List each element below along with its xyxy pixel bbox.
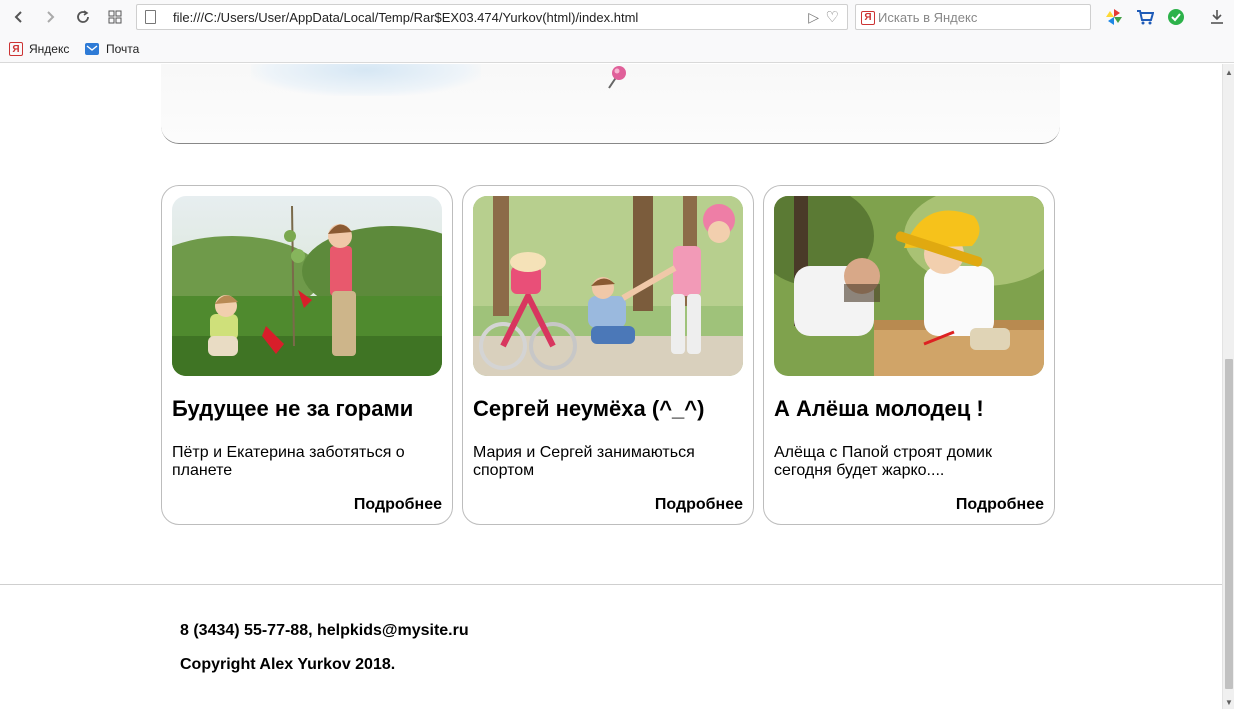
news-cards: Будущее не за горами Пётр и Екатерина за… — [161, 185, 1061, 525]
scroll-down-icon[interactable]: ▼ — [1225, 698, 1233, 707]
pinwheel-extension-icon[interactable] — [1104, 7, 1124, 27]
scrollbar-thumb[interactable] — [1225, 359, 1233, 689]
search-input[interactable] — [878, 8, 1083, 27]
card-title: А Алёша молодец ! — [774, 396, 984, 421]
url-text[interactable]: file:///C:/Users/User/AppData/Local/Temp… — [173, 10, 638, 25]
card-title: Сергей неумёха (^_^) — [473, 396, 705, 421]
card-photo-kids-bicycle — [473, 196, 743, 376]
cloud-decoration — [251, 64, 481, 96]
check-shield-icon[interactable] — [1166, 7, 1186, 27]
yandex-search-icon: Я — [861, 11, 875, 25]
card-more-link[interactable]: Подробнее — [956, 496, 1044, 514]
browser-toolbar: file:///C:/Users/User/AppData/Local/Temp… — [0, 0, 1234, 36]
forward-icon[interactable] — [38, 6, 62, 28]
bookmark-label: Почта — [106, 42, 140, 56]
tabs-grid-icon[interactable] — [103, 6, 127, 28]
card-text: Пётр и Екатерина заботяться о планете — [172, 444, 405, 479]
vertical-scrollbar[interactable]: ▲ ▼ — [1222, 64, 1234, 709]
news-card: Будущее не за горами Пётр и Екатерина за… — [161, 185, 453, 525]
address-bar[interactable]: file:///C:/Users/User/AppData/Local/Temp… — [136, 4, 848, 30]
bookmark-label: Яндекс — [29, 42, 70, 56]
download-icon[interactable] — [1207, 7, 1227, 27]
card-text: Мария и Сергей занимаються спортом — [473, 444, 695, 479]
yandex-icon: Я — [9, 42, 23, 56]
footer-contacts: 8 (3434) 55-77-88, helpkids@mysite.ru — [180, 622, 469, 639]
card-photo-building-with-dad — [774, 196, 1044, 376]
footer-copyright: Copyright Alex Yurkov 2018. — [180, 656, 396, 673]
card-more-link[interactable]: Подробнее — [655, 496, 743, 514]
bookmarks-bar: Я Яндекс Почта — [0, 36, 1234, 63]
page-viewport: Будущее не за горами Пётр и Екатерина за… — [0, 64, 1222, 709]
heart-icon[interactable]: ♡ — [826, 8, 839, 26]
card-title: Будущее не за горами — [172, 396, 414, 421]
card-more-link[interactable]: Подробнее — [354, 496, 442, 514]
card-photo-tree-planting — [172, 196, 442, 376]
news-card: А Алёша молодец ! Алёща с Папой строят д… — [763, 185, 1055, 525]
hero-banner — [161, 64, 1060, 144]
send-icon[interactable]: ▷ — [808, 9, 819, 26]
mail-icon — [84, 41, 100, 57]
page-icon — [145, 10, 156, 24]
page-footer: 8 (3434) 55-77-88, helpkids@mysite.ru Co… — [0, 584, 1222, 709]
reload-icon[interactable] — [71, 6, 95, 28]
cart-icon[interactable] — [1135, 7, 1155, 27]
scroll-up-icon[interactable]: ▲ — [1225, 68, 1233, 77]
search-box[interactable]: Я — [855, 4, 1091, 30]
news-card: Сергей неумёха (^_^) Мария и Сергей зани… — [462, 185, 754, 525]
back-icon[interactable] — [7, 6, 31, 28]
bookmark-mail[interactable]: Почта — [84, 40, 139, 58]
card-text: Алёща с Папой строят домик сегодня будет… — [774, 444, 992, 479]
bookmark-yandex[interactable]: Я Яндекс — [9, 40, 69, 58]
lollipop-icon — [608, 66, 626, 89]
